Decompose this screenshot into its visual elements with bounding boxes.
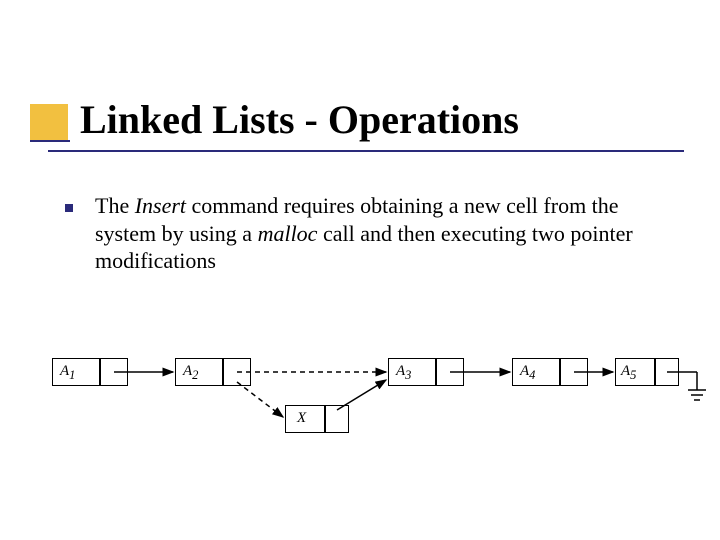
insert-word: Insert bbox=[135, 193, 186, 218]
a2-letter: A bbox=[183, 363, 192, 379]
node-a2-next bbox=[223, 358, 251, 386]
node-a3-label: A3 bbox=[396, 363, 411, 383]
node-a2-label: A2 bbox=[183, 363, 198, 383]
a1-letter: A bbox=[60, 363, 69, 379]
node-a5-label: A5 bbox=[621, 363, 636, 383]
a2-sub: 2 bbox=[192, 368, 198, 382]
a5-letter: A bbox=[621, 363, 630, 379]
a4-sub: 4 bbox=[529, 368, 535, 382]
node-a1-next bbox=[100, 358, 128, 386]
node-a4-next bbox=[560, 358, 588, 386]
title-underline bbox=[48, 150, 684, 152]
node-x-label: X bbox=[297, 410, 306, 427]
slide-title: Linked Lists - Operations bbox=[80, 96, 519, 143]
node-a5-next bbox=[655, 358, 679, 386]
node-x-next bbox=[325, 405, 349, 433]
node-a4-label: A4 bbox=[520, 363, 535, 383]
node-a3-next bbox=[436, 358, 464, 386]
malloc-word: malloc bbox=[258, 221, 318, 246]
title-rule-segment bbox=[30, 140, 70, 142]
title-accent-square bbox=[30, 104, 68, 142]
a3-sub: 3 bbox=[405, 368, 411, 382]
a4-letter: A bbox=[520, 363, 529, 379]
a5-sub: 5 bbox=[630, 368, 636, 382]
body-pre: The bbox=[95, 193, 135, 218]
bullet-square-icon bbox=[65, 204, 73, 212]
a3-letter: A bbox=[396, 363, 405, 379]
a1-sub: 1 bbox=[69, 368, 75, 382]
node-a1-label: A1 bbox=[60, 363, 75, 383]
body-text: The Insert command requires obtaining a … bbox=[95, 192, 665, 275]
x-letter: X bbox=[297, 410, 306, 426]
